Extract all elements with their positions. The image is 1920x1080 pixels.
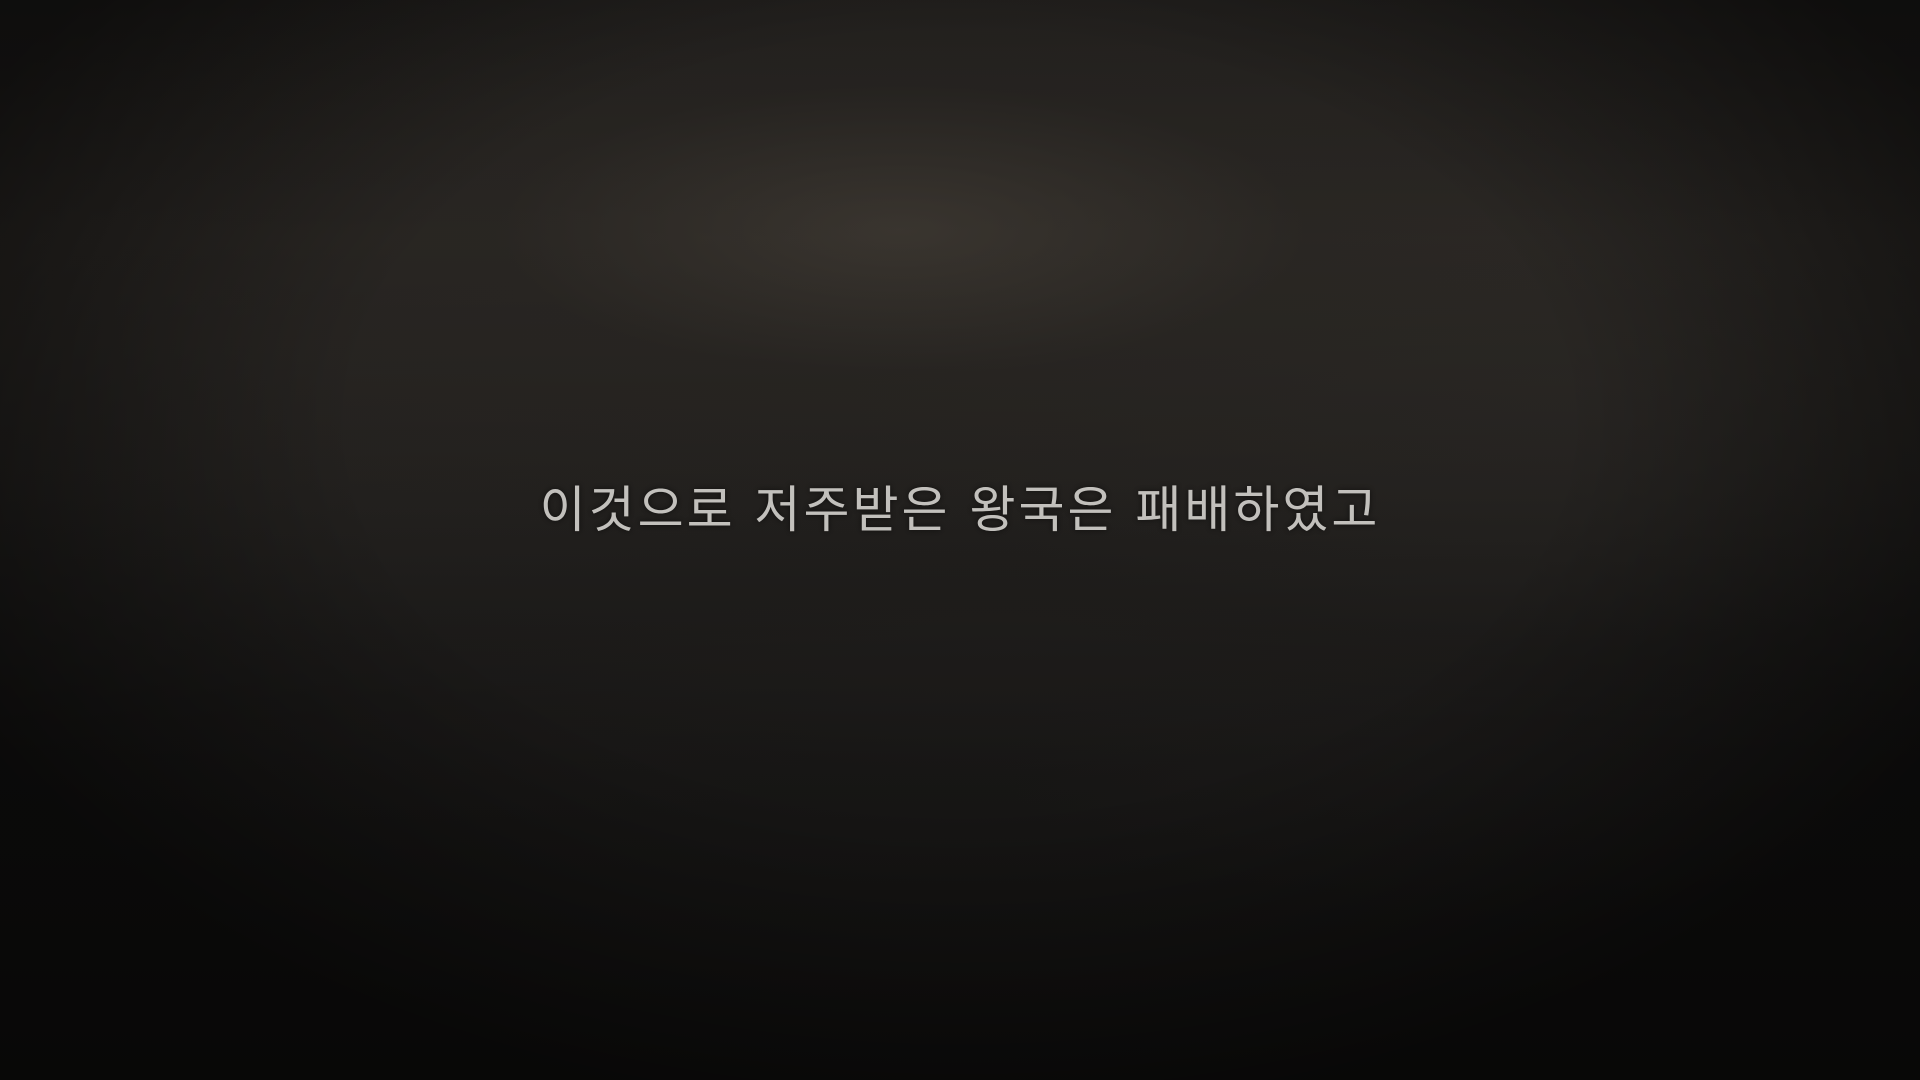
cutscene-subtitle: 이것으로 저주받은 왕국은 패배하였고 <box>539 481 1381 539</box>
cutscene-background: 이것으로 저주받은 왕국은 패배하였고 <box>0 0 1920 1080</box>
